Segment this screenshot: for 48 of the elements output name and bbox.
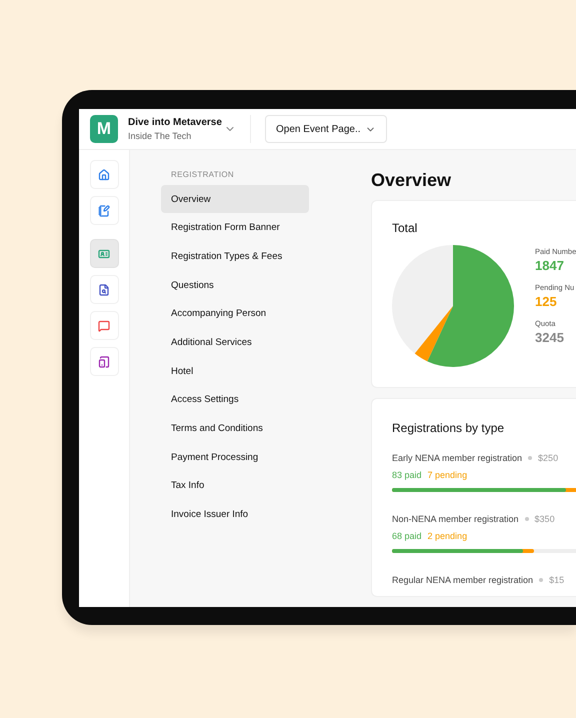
- registration-type-name: Regular NENA member registration: [392, 575, 534, 585]
- home-icon: [98, 168, 110, 180]
- paid-count: 83 paid: [392, 470, 422, 480]
- event-title: Dive into Metaverse: [128, 117, 223, 128]
- menu-item[interactable]: Questions: [161, 271, 309, 300]
- menu-item[interactable]: Additional Services: [161, 328, 309, 356]
- document-search-icon: [98, 284, 110, 296]
- separator-dot: [528, 456, 532, 460]
- registration-type-name: Non-NENA member registration: [392, 514, 519, 524]
- event-logo: M: [90, 115, 118, 143]
- sidebar-button[interactable]: [90, 196, 118, 225]
- registration-price: $15: [549, 575, 564, 585]
- menu-item[interactable]: Access Settings: [161, 386, 309, 414]
- stat-value: 125: [535, 294, 558, 309]
- notebook-icon: [98, 204, 110, 216]
- page-title: Overview: [371, 170, 452, 191]
- separator-dot: [539, 578, 544, 582]
- menu-item[interactable]: Invoice Issuer Info: [161, 500, 309, 529]
- device-icon: [98, 356, 110, 368]
- pending-count: 7 pending: [428, 470, 468, 480]
- pending-count: 2 pending: [428, 531, 468, 541]
- sidebar-button[interactable]: [90, 347, 118, 376]
- registration-price: $350: [534, 514, 555, 524]
- menu-item[interactable]: Payment Processing: [161, 443, 309, 472]
- message-icon: [98, 320, 110, 332]
- sidebar-button[interactable]: [90, 239, 118, 268]
- sidebar-button[interactable]: [90, 275, 118, 304]
- menu-item[interactable]: Registration Form Banner: [161, 214, 309, 242]
- menu-item[interactable]: Hotel: [161, 357, 309, 386]
- menu-item[interactable]: Registration Types & Fees: [161, 242, 309, 270]
- menu-item[interactable]: Overview: [161, 185, 309, 213]
- menu-item[interactable]: Terms and Conditions: [161, 414, 309, 442]
- menu-item[interactable]: Tax Info: [161, 472, 309, 500]
- sidebar-button[interactable]: [90, 160, 118, 189]
- card-title: Total: [392, 221, 418, 235]
- stat-value: 3245: [535, 330, 565, 345]
- card-title: Registrations by type: [392, 421, 506, 435]
- paid-count: 68 paid: [392, 531, 422, 541]
- event-subtitle: Inside The Tech: [128, 131, 192, 141]
- open-event-page-button[interactable]: Open Event Page..: [265, 115, 387, 143]
- sidebar-button[interactable]: [90, 311, 118, 340]
- registration-price: $250: [538, 453, 558, 463]
- stat-value: 1847: [535, 258, 565, 273]
- separator-dot: [524, 517, 529, 521]
- menu-item[interactable]: Accompanying Person: [161, 300, 309, 328]
- section-heading: REGISTRATION: [171, 170, 236, 179]
- registration-type-name: Early NENA member registration: [392, 453, 522, 463]
- id-card-icon: [98, 248, 110, 260]
